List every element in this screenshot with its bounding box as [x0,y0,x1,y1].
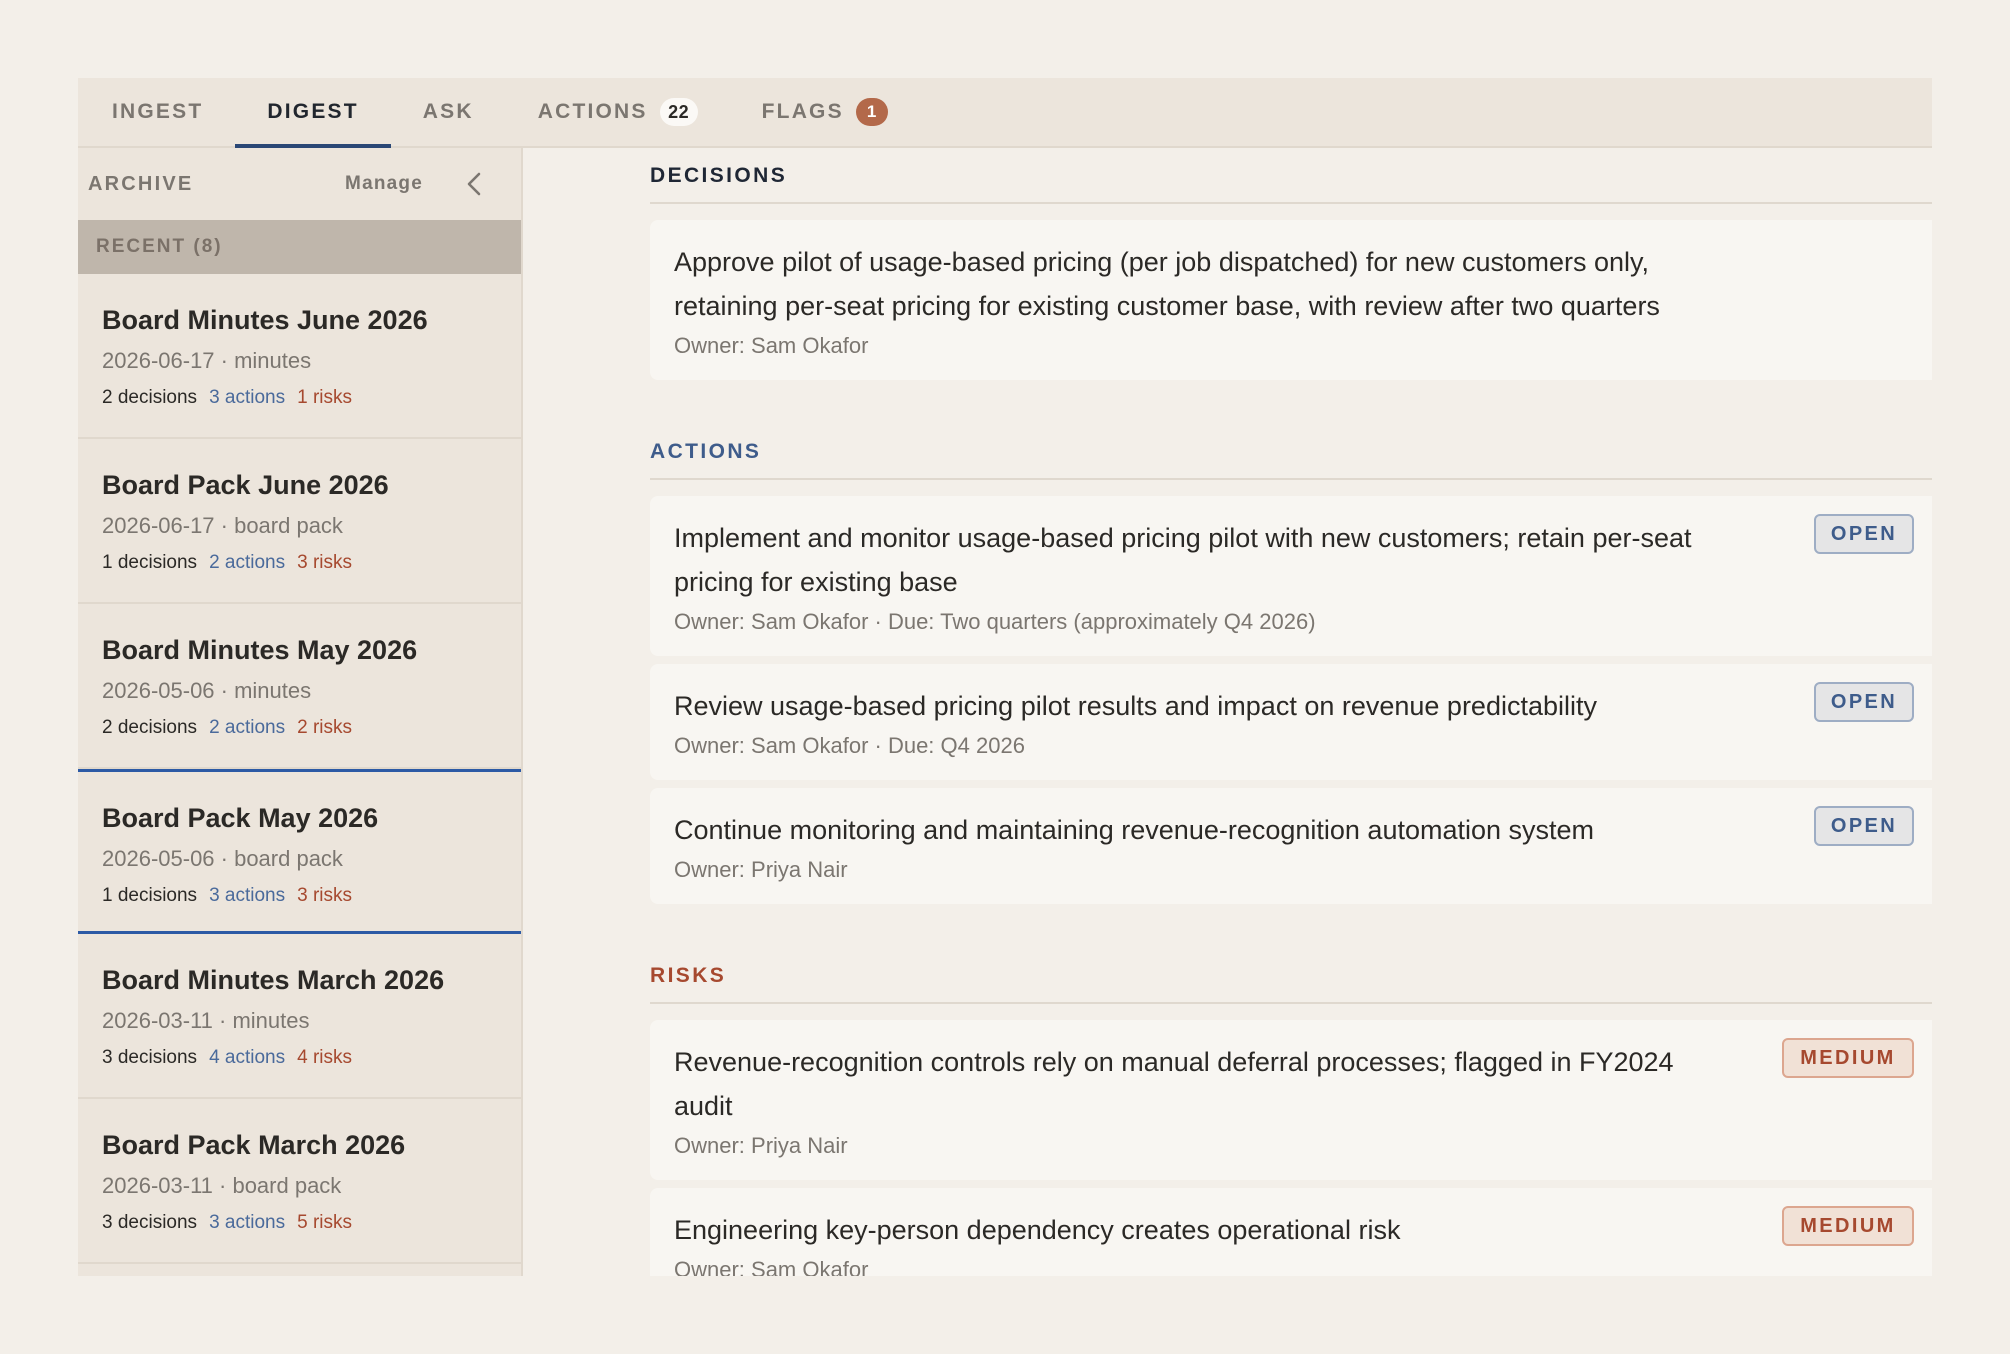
doc-title: Board Minutes March 2026 [102,965,445,995]
doc-decisions-count: 2 decisions [102,387,198,408]
risk-card: Revenue-recognition controls rely on man… [650,1020,1932,1180]
doc-decisions-count: 1 decisions [102,885,198,906]
doc-decisions-count: 1 decisions [102,552,198,573]
sidebar-title: ARCHIVE [88,172,194,195]
risk-card: Engineering key-person dependency create… [650,1188,1932,1276]
doc-title: Board Minutes May 2026 [102,635,418,665]
doc-risks-count: 3 risks [297,552,353,573]
manage-button[interactable]: Manage [345,173,423,195]
archive-doc-item[interactable]: Board Pack March 2026 2026-03-11 · board… [78,1099,521,1264]
doc-actions-count: 2 actions [209,717,286,738]
tab-label: DIGEST [267,100,359,123]
archive-doc-item[interactable]: Board Minutes June 2026 2026-06-17 · min… [78,274,521,439]
actions-heading: ACTIONS [650,424,1932,480]
doc-title: Board Pack May 2026 [102,803,379,833]
risks-heading: RISKS [650,948,1932,1004]
action-card: Review usage-based pricing pilot results… [650,664,1932,780]
action-text: Implement and monitor usage-based pricin… [674,523,1692,597]
archive-doc-item[interactable]: Board Minutes May 2026 2026-05-06 · minu… [78,604,521,769]
doc-stats: 3 decisions 3 actions 5 risks [102,1212,521,1234]
action-text: Review usage-based pricing pilot results… [674,691,1597,721]
tab-label: FLAGS [761,100,844,123]
action-owner: Owner: Sam Okafor · Due: Two quarters (a… [674,609,1316,634]
doc-risks-count: 5 risks [297,1212,353,1233]
tab-label: ACTIONS [537,100,648,123]
archive-sidebar: ARCHIVE Manage RECENT (8) Board Minutes … [78,148,523,1276]
tab-label: INGEST [112,100,204,123]
decision-owner: Owner: Sam Okafor [674,333,869,358]
doc-actions-count: 3 actions [209,1212,286,1233]
tab-flags[interactable]: FLAGS 1 [730,78,920,146]
status-badge[interactable]: OPEN [1814,514,1914,554]
action-owner: Owner: Sam Okafor · Due: Q4 2026 [674,733,1025,758]
doc-risks-count: 4 risks [297,1047,353,1068]
doc-stats: 2 decisions 3 actions 1 risks [102,387,521,409]
doc-decisions-count: 3 decisions [102,1212,198,1233]
doc-title: Board Pack June 2026 [102,470,389,500]
doc-decisions-count: 3 decisions [102,1047,198,1068]
doc-meta: 2026-05-06 · board pack [102,846,343,871]
flags-count-badge: 1 [855,98,888,126]
tab-label: ASK [422,100,474,123]
decision-card: Approve pilot of usage-based pricing (pe… [650,220,1932,380]
doc-title: Board Minutes June 2026 [102,305,428,335]
doc-meta: 2026-03-11 · board pack [102,1173,342,1198]
archive-doc-item[interactable]: Board Minutes March 2026 2026-03-11 · mi… [78,934,521,1099]
doc-risks-count: 1 risks [297,387,353,408]
risk-owner: Owner: Sam Okafor [674,1257,869,1276]
actions-count-badge: 22 [659,98,698,126]
action-card: Continue monitoring and maintaining reve… [650,788,1932,904]
risks-section: RISKS Revenue-recognition controls rely … [650,948,1932,1276]
decisions-section: DECISIONS Approve pilot of usage-based p… [650,148,1932,380]
severity-badge[interactable]: MEDIUM [1782,1038,1914,1078]
doc-title: Board Pack March 2026 [102,1130,406,1160]
action-card: Implement and monitor usage-based pricin… [650,496,1932,656]
doc-actions-count: 3 actions [209,387,286,408]
doc-actions-count: 2 actions [209,552,286,573]
doc-risks-count: 3 risks [297,885,353,906]
tab-ingest[interactable]: INGEST [112,78,235,146]
doc-meta: 2026-06-17 · board pack [102,513,343,538]
decisions-heading: DECISIONS [650,148,1932,204]
risk-text: Revenue-recognition controls rely on man… [674,1047,1674,1121]
doc-risks-count: 2 risks [297,717,353,738]
digest-panel: DECISIONS Approve pilot of usage-based p… [523,148,1932,1276]
app-window: INGEST DIGEST ASK ACTIONS 22 FLAGS 1 ARCHI… [78,78,1932,1276]
doc-stats: 3 decisions 4 actions 4 risks [102,1047,521,1069]
doc-actions-count: 3 actions [209,885,286,906]
chevron-left-icon[interactable] [463,170,485,198]
tab-actions[interactable]: ACTIONS 22 [506,78,730,146]
doc-meta: 2026-06-17 · minutes [102,348,312,373]
doc-stats: 1 decisions 3 actions 3 risks [102,885,521,907]
doc-actions-count: 4 actions [209,1047,286,1068]
doc-meta: 2026-03-11 · minutes [102,1008,310,1033]
actions-section: ACTIONS Implement and monitor usage-base… [650,424,1932,904]
status-badge[interactable]: OPEN [1814,682,1914,722]
archive-doc-item[interactable]: Board Pack June 2026 2026-06-17 · board … [78,439,521,604]
recent-section-header: RECENT (8) [78,220,521,274]
action-owner: Owner: Priya Nair [674,857,848,882]
decision-text: Approve pilot of usage-based pricing (pe… [674,247,1660,321]
archive-doc-item-selected[interactable]: Board Pack May 2026 2026-05-06 · board p… [78,769,521,934]
tab-digest[interactable]: DIGEST [235,78,392,148]
tab-ask[interactable]: ASK [391,78,506,146]
status-badge[interactable]: OPEN [1814,806,1914,846]
doc-decisions-count: 2 decisions [102,717,198,738]
sidebar-header: ARCHIVE Manage [78,148,521,220]
doc-meta: 2026-05-06 · minutes [102,678,312,703]
severity-badge[interactable]: MEDIUM [1782,1206,1914,1246]
doc-stats: 1 decisions 2 actions 3 risks [102,552,521,574]
risk-text: Engineering key-person dependency create… [674,1215,1401,1245]
tab-bar: INGEST DIGEST ASK ACTIONS 22 FLAGS 1 [78,78,1932,148]
risk-owner: Owner: Priya Nair [674,1133,848,1158]
action-text: Continue monitoring and maintaining reve… [674,815,1595,845]
doc-stats: 2 decisions 2 actions 2 risks [102,717,521,739]
